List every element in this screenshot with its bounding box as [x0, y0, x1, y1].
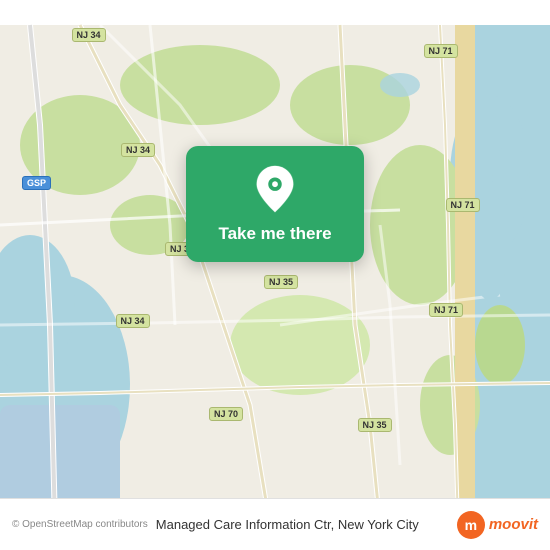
- road-label-nj71-lower: NJ 71: [429, 303, 463, 317]
- map-container: NJ 34 NJ 34 NJ 34 NJ 34 NJ 35 NJ 35 NJ 7…: [0, 0, 550, 550]
- road-label-nj71-mid: NJ 71: [446, 198, 480, 212]
- moovit-logo: m moovit: [457, 511, 538, 539]
- road-label-nj70: NJ 70: [209, 407, 243, 421]
- copyright-text: © OpenStreetMap contributors: [12, 519, 148, 530]
- location-pin-icon: [253, 164, 297, 214]
- road-label-nj34-bottom: NJ 34: [116, 314, 150, 328]
- location-name: Managed Care Information Ctr, New York C…: [156, 517, 457, 532]
- take-me-there-label: Take me there: [218, 224, 331, 244]
- bottom-bar: © OpenStreetMap contributors Managed Car…: [0, 498, 550, 550]
- road-label-gsp: GSP: [22, 176, 51, 190]
- road-label-nj35-bottom: NJ 35: [358, 418, 392, 432]
- road-label-nj34-top: NJ 34: [72, 28, 106, 42]
- road-label-nj34-mid: NJ 34: [121, 143, 155, 157]
- road-label-nj35-center: NJ 35: [264, 275, 298, 289]
- moovit-logo-icon: m: [457, 511, 485, 539]
- moovit-logo-text: moovit: [489, 516, 538, 533]
- take-me-there-card[interactable]: Take me there: [186, 146, 364, 262]
- road-label-nj71-top: NJ 71: [424, 44, 458, 58]
